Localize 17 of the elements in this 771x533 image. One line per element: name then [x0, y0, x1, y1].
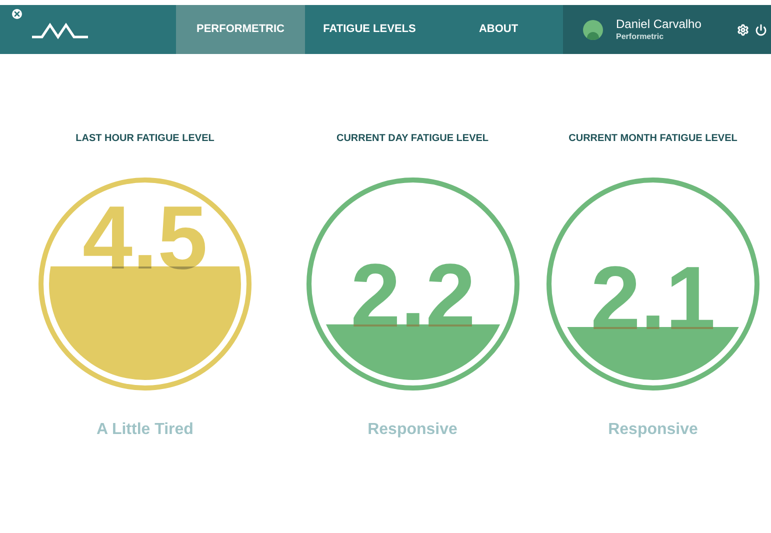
user-subtitle: Performetric: [616, 32, 665, 42]
gauge-title: LAST HOUR FATIGUE LEVEL: [76, 132, 214, 146]
status-label: A Little Tired: [96, 420, 194, 440]
gauge-title: CURRENT DAY FATIGUE LEVEL: [336, 132, 489, 146]
gauge-value: 2.2: [350, 246, 476, 346]
gauge-value: 4.5: [82, 188, 208, 288]
settings-icon[interactable]: [737, 24, 749, 36]
nav-tab[interactable]: ABOUT: [434, 5, 563, 54]
nav-tab[interactable]: FATIGUE LEVELS: [305, 5, 434, 54]
power-icon[interactable]: [755, 24, 767, 36]
gauge-title: CURRENT MONTH FATIGUE LEVEL: [568, 132, 738, 146]
status-label: Responsive: [368, 420, 458, 440]
avatar-icon: [583, 20, 603, 40]
status-label: Responsive: [608, 420, 698, 440]
user-name: Daniel Carvalho: [616, 17, 702, 32]
nav-tab[interactable]: PERFORMETRIC: [176, 5, 305, 54]
gauge-value: 2.1: [590, 248, 716, 349]
